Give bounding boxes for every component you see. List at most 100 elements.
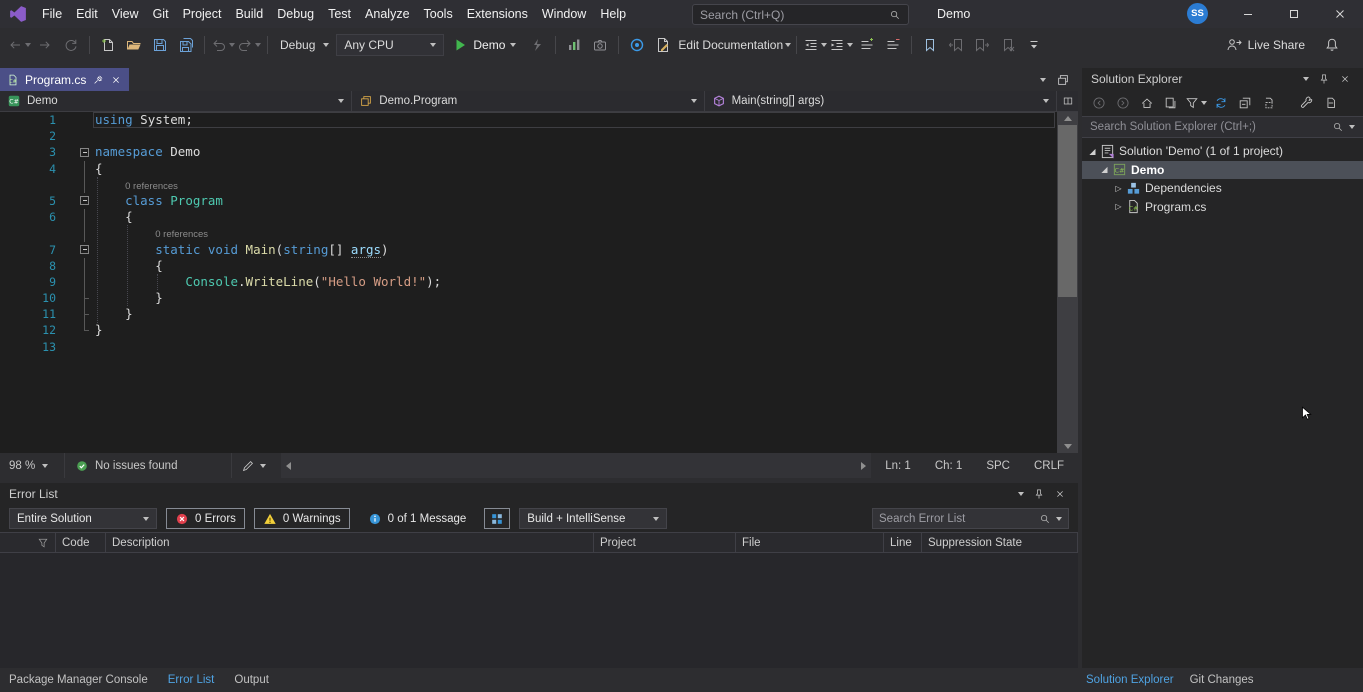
se-collapse-all-button[interactable] bbox=[1235, 92, 1255, 114]
minimize-button[interactable] bbox=[1225, 0, 1271, 28]
close-panel-icon[interactable] bbox=[1339, 73, 1351, 85]
comment-selection-button[interactable] bbox=[855, 33, 879, 57]
pin-panel-icon[interactable] bbox=[1318, 73, 1330, 85]
warnings-filter-button[interactable]: 0 Warnings bbox=[254, 508, 350, 529]
se-home-button[interactable] bbox=[1137, 92, 1157, 114]
maximize-button[interactable] bbox=[1271, 0, 1317, 28]
save-button[interactable] bbox=[148, 33, 172, 57]
code-line-8[interactable]: 8 { bbox=[0, 258, 1057, 274]
breakpoint-margin[interactable] bbox=[0, 193, 16, 209]
spaces-indicator[interactable]: SPC bbox=[986, 460, 1010, 472]
next-bookmark-button[interactable] bbox=[970, 33, 994, 57]
start-debugging-button[interactable]: Demo bbox=[444, 33, 524, 57]
collapse-arrow-icon[interactable]: ◢ bbox=[1098, 165, 1111, 174]
code-line-9[interactable]: 9 Console.WriteLine("Hello World!"); bbox=[0, 274, 1057, 290]
code-line-2[interactable]: 2 bbox=[0, 128, 1057, 144]
scrollbar-thumb[interactable] bbox=[1058, 125, 1077, 297]
code-line-10[interactable]: 10 } bbox=[0, 290, 1057, 306]
expand-arrow-icon[interactable]: ▷ bbox=[1112, 184, 1125, 193]
breakpoint-margin[interactable] bbox=[0, 128, 16, 144]
increase-indent-button[interactable] bbox=[829, 33, 853, 57]
tab-program-cs[interactable]: C# Program.cs bbox=[0, 68, 129, 91]
editor-horizontal-scrollbar[interactable] bbox=[281, 453, 871, 478]
navigate-backward-button[interactable] bbox=[7, 33, 31, 57]
breakpoint-margin[interactable] bbox=[0, 209, 16, 225]
pin-icon[interactable] bbox=[92, 74, 104, 86]
snapshot-button[interactable] bbox=[588, 33, 612, 57]
se-show-all-files-button[interactable] bbox=[1259, 92, 1279, 114]
menu-project[interactable]: Project bbox=[176, 0, 229, 28]
se-back-button[interactable] bbox=[1089, 92, 1109, 114]
menu-debug[interactable]: Debug bbox=[270, 0, 321, 28]
decrease-indent-button[interactable] bbox=[803, 33, 827, 57]
new-file-button[interactable] bbox=[96, 33, 120, 57]
column-header-description[interactable]: Description bbox=[106, 533, 594, 552]
column-header-line[interactable]: Line bbox=[884, 533, 922, 552]
undo-button[interactable] bbox=[211, 33, 235, 57]
account-avatar[interactable]: SS bbox=[1187, 3, 1208, 24]
live-share-button[interactable]: Live Share bbox=[1226, 37, 1305, 53]
collapse-arrow-icon[interactable]: ◢ bbox=[1086, 147, 1099, 156]
code-editor[interactable]: 1using System;23namespace Demo4{0 refere… bbox=[0, 112, 1057, 453]
uncomment-selection-button[interactable] bbox=[881, 33, 905, 57]
fold-collapse-icon[interactable] bbox=[80, 245, 89, 254]
column-header-suppression-state[interactable]: Suppression State bbox=[922, 533, 1078, 552]
toolbar-options-overflow-button[interactable] bbox=[1022, 33, 1046, 57]
edit-documentation-button[interactable] bbox=[651, 33, 675, 57]
bottom-tab-package-manager-console[interactable]: Package Manager Console bbox=[9, 674, 148, 686]
errors-filter-button[interactable]: 0 Errors bbox=[166, 508, 245, 529]
code-line-13[interactable]: 13 bbox=[0, 339, 1057, 355]
breakpoint-margin[interactable] bbox=[0, 290, 16, 306]
member-dropdown[interactable]: Main(string[] args) bbox=[705, 91, 1057, 111]
redo-button[interactable] bbox=[237, 33, 261, 57]
scroll-up-arrow[interactable] bbox=[1057, 112, 1078, 125]
breakpoint-margin[interactable] bbox=[0, 161, 16, 177]
bottom-tab-error-list[interactable]: Error List bbox=[168, 674, 215, 686]
open-file-button[interactable] bbox=[122, 33, 146, 57]
breakpoint-margin[interactable] bbox=[0, 274, 16, 290]
menu-test[interactable]: Test bbox=[321, 0, 358, 28]
type-dropdown[interactable]: Demo.Program bbox=[352, 91, 704, 111]
code-line-4[interactable]: 4{ bbox=[0, 161, 1057, 177]
column-header-file[interactable]: File bbox=[736, 533, 884, 552]
se-properties-button[interactable] bbox=[1297, 92, 1317, 114]
code-line-12[interactable]: 12} bbox=[0, 322, 1057, 338]
tree-item-program-cs[interactable]: ▷C#Program.cs bbox=[1082, 198, 1363, 217]
active-documents-dropdown[interactable] bbox=[1040, 78, 1046, 82]
codelens-references-link[interactable]: 0 references bbox=[155, 229, 208, 240]
code-line-6[interactable]: 6 { bbox=[0, 209, 1057, 225]
code-line-5[interactable]: 5 class Program bbox=[0, 193, 1057, 209]
previous-bookmark-button[interactable] bbox=[944, 33, 968, 57]
toggle-bookmark-button[interactable] bbox=[918, 33, 942, 57]
menu-build[interactable]: Build bbox=[228, 0, 270, 28]
close-button[interactable] bbox=[1317, 0, 1363, 28]
scope-dropdown[interactable]: Entire Solution bbox=[9, 508, 157, 529]
show-issues-filter-button[interactable] bbox=[484, 508, 510, 529]
menu-file[interactable]: File bbox=[35, 0, 69, 28]
code-line-11[interactable]: 11 } bbox=[0, 306, 1057, 322]
split-editor-button[interactable] bbox=[1057, 91, 1078, 112]
se-filter-dropdown-button[interactable] bbox=[1185, 92, 1207, 114]
breakpoint-margin[interactable] bbox=[0, 112, 16, 128]
project-dropdown[interactable]: C# Demo bbox=[0, 91, 352, 111]
edit-documentation-dropdown[interactable] bbox=[785, 43, 791, 47]
solution-explorer-search-box[interactable]: Search Solution Explorer (Ctrl+;) bbox=[1082, 116, 1363, 138]
breakpoint-margin[interactable] bbox=[0, 322, 16, 338]
document-layout-button[interactable] bbox=[1056, 73, 1070, 87]
pin-panel-icon[interactable] bbox=[1033, 488, 1045, 500]
global-search-box[interactable]: Search (Ctrl+Q) bbox=[692, 4, 909, 25]
navigate-forward-button[interactable] bbox=[33, 33, 57, 57]
scroll-right-arrow[interactable] bbox=[861, 462, 866, 470]
tree-item-demo[interactable]: ◢C#Demo bbox=[1082, 161, 1363, 180]
bottom-tab-git-changes[interactable]: Git Changes bbox=[1190, 674, 1254, 686]
bottom-tab-output[interactable]: Output bbox=[234, 674, 269, 686]
close-panel-icon[interactable] bbox=[1054, 488, 1066, 500]
window-position-dropdown[interactable] bbox=[1018, 492, 1024, 496]
se-switch-views-button[interactable] bbox=[1161, 92, 1181, 114]
scroll-left-arrow[interactable] bbox=[286, 462, 291, 470]
column-header-severity[interactable] bbox=[0, 533, 56, 552]
column-header-project[interactable]: Project bbox=[594, 533, 736, 552]
window-position-dropdown[interactable] bbox=[1303, 77, 1309, 81]
health-indicator[interactable]: No issues found bbox=[65, 459, 187, 473]
zoom-dropdown[interactable]: 98 % bbox=[0, 460, 64, 472]
